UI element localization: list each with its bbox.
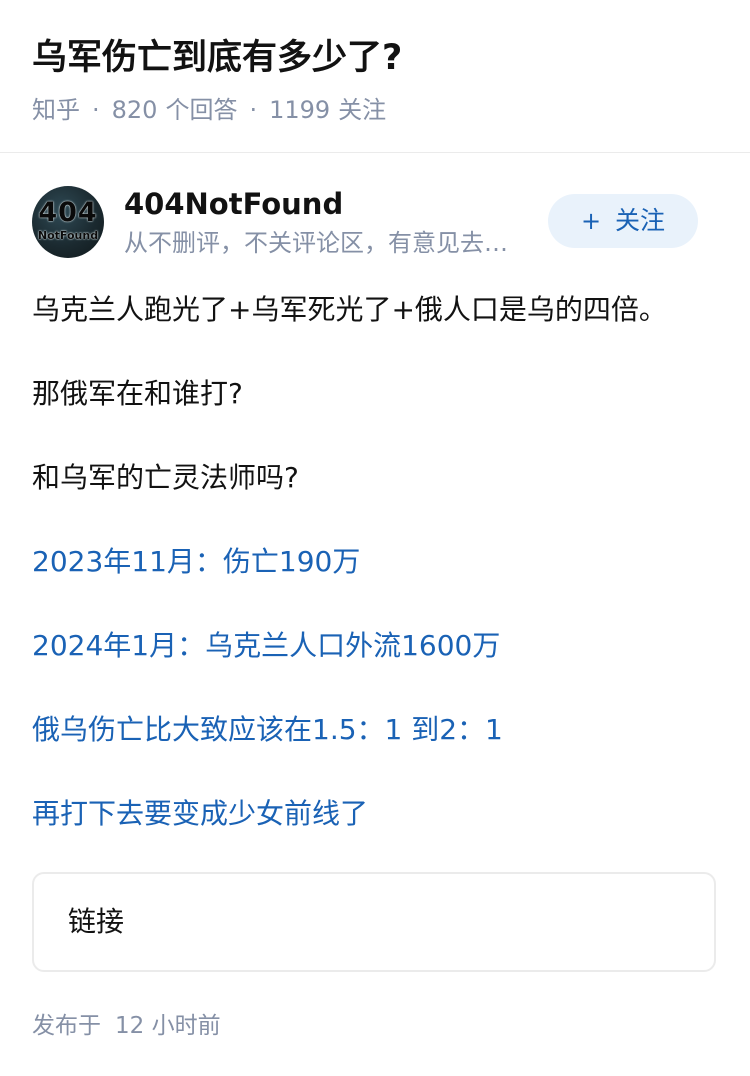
answers-count[interactable]: 820: [112, 96, 158, 124]
answers-label[interactable]: 个回答: [165, 96, 237, 124]
author-card: 404 NotFound 404NotFound 从不删评，不关评论区，有意见去…: [32, 184, 718, 260]
author-name[interactable]: 404NotFound: [124, 184, 343, 224]
publish-label: 发布于: [32, 1013, 101, 1039]
publish-time: 12 小时前: [115, 1013, 221, 1039]
follow-label: 关注: [615, 206, 666, 235]
answer-paragraph: 乌克兰人跑光了+乌军死光了+俄人口是乌的四倍。: [32, 293, 667, 326]
answer-paragraph: 和乌军的亡灵法师吗?: [32, 461, 299, 494]
answer-link-paragraph[interactable]: 再打下去要变成少女前线了: [32, 792, 718, 836]
followers-label[interactable]: 关注: [338, 96, 386, 124]
avatar[interactable]: 404 NotFound: [32, 186, 104, 258]
answer-link-paragraph[interactable]: 2023年11月：伤亡190万: [32, 540, 718, 584]
question-meta: 知乎 · 820 个回答 · 1199 关注: [32, 92, 386, 128]
link-card-label: 链接: [68, 905, 125, 938]
meta-separator: ·: [92, 96, 100, 124]
link-card[interactable]: 链接: [32, 872, 716, 972]
answer-link-paragraph[interactable]: 2024年1月：乌克兰人口外流1600万: [32, 624, 718, 668]
plus-icon: +: [580, 207, 602, 235]
answer-paragraph: 那俄军在和谁打?: [32, 377, 243, 410]
publish-info: 发布于 12 小时前: [32, 1008, 221, 1044]
answer-content: 乌克兰人跑光了+乌军死光了+俄人口是乌的四倍。 那俄军在和谁打? 和乌军的亡灵法…: [32, 288, 718, 876]
source-label[interactable]: 知乎: [32, 96, 80, 124]
follow-button[interactable]: + 关注: [548, 194, 698, 248]
avatar-text-small: NotFound: [37, 229, 99, 242]
avatar-text-big: 404: [38, 197, 98, 228]
followers-count[interactable]: 1199: [269, 96, 330, 124]
answer-link-paragraph[interactable]: 俄乌伤亡比大致应该在1.5：1 到2：1: [32, 708, 718, 752]
meta-separator: ·: [249, 96, 258, 124]
question-title[interactable]: 乌军伤亡到底有多少了?: [32, 34, 402, 82]
question-header: 乌军伤亡到底有多少了? 知乎 · 820 个回答 · 1199 关注: [0, 0, 750, 153]
author-bio: 从不删评，不关评论区，有意见去…: [124, 229, 508, 257]
